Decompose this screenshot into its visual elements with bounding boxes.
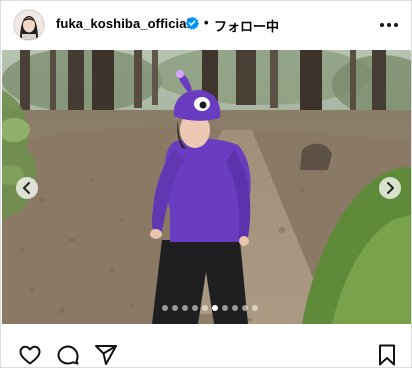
comment-button[interactable]: [56, 343, 80, 367]
chevron-left-icon: [23, 182, 30, 194]
paper-plane-icon: [95, 345, 117, 365]
chevron-right-icon: [387, 182, 394, 194]
avatar[interactable]: [14, 10, 44, 40]
action-bar: [1, 327, 411, 367]
like-button[interactable]: [18, 343, 42, 367]
comment-icon: [57, 345, 79, 365]
carousel-prev-button[interactable]: [16, 177, 38, 199]
carousel-dot: [172, 305, 178, 311]
carousel-dot: [162, 305, 168, 311]
carousel-dot-active: [212, 305, 218, 311]
carousel-dot: [202, 305, 208, 311]
carousel-dot: [182, 305, 188, 311]
verified-badge-icon: [185, 16, 199, 30]
carousel-dot: [252, 305, 258, 311]
more-horizontal-icon: [380, 23, 398, 27]
carousel-next-button[interactable]: [379, 177, 401, 199]
username[interactable]: fuka_koshiba_official: [56, 16, 190, 31]
save-button[interactable]: [375, 343, 399, 367]
more-options-button[interactable]: [376, 15, 402, 35]
follow-status[interactable]: フォロー中: [214, 16, 279, 35]
carousel-dot: [222, 305, 228, 311]
heart-icon: [19, 345, 41, 365]
carousel-dot: [192, 305, 198, 311]
post-header: fuka_koshiba_official • フォロー中: [1, 1, 411, 49]
carousel-dot: [232, 305, 238, 311]
bookmark-icon: [379, 344, 395, 366]
carousel-dot: [242, 305, 248, 311]
separator-dot: •: [204, 15, 209, 30]
post-photo[interactable]: [2, 50, 411, 324]
post-card: fuka_koshiba_official • フォロー中: [0, 0, 412, 368]
carousel-indicator: [162, 305, 258, 311]
share-button[interactable]: [94, 343, 118, 367]
